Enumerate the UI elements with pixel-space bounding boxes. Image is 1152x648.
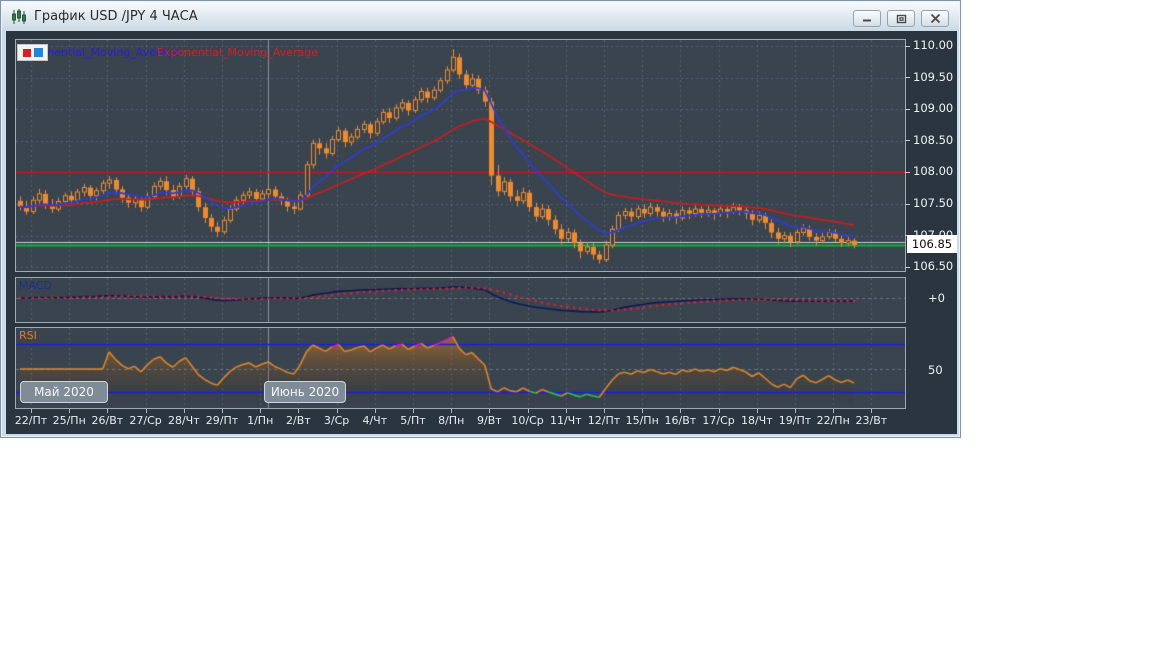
price-tick-label: 107.50 [913,196,959,210]
price-axis-tick [905,77,910,78]
titlebar[interactable]: График USD /JPY 4 ЧАСА [2,2,959,31]
rsi-mid-label: 50 [928,363,943,377]
price-tick-label: 109.50 [913,70,959,84]
minimize-icon [861,14,873,23]
date-axis-tick [413,409,414,413]
close-icon [930,14,941,23]
red-series-swatch-icon [23,49,31,57]
date-axis-tick [222,409,223,413]
date-axis-tick [833,409,834,413]
date-axis-tick [69,409,70,413]
price-axis-tick [905,140,910,141]
minimize-button[interactable] [853,10,881,27]
price-tick-label: 109.00 [913,101,959,115]
date-axis-tick [757,409,758,413]
rsi-panel-label: RSI [19,329,37,342]
date-axis-tick [337,409,338,413]
window-controls [853,10,949,27]
price-axis-tick [905,172,910,173]
blue-series-swatch-icon [34,48,43,57]
date-axis-tick [795,409,796,413]
date-axis-tick [451,409,452,413]
date-axis-tick [528,409,529,413]
price-chart-canvas[interactable] [16,40,905,271]
macd-zero-label: +0 [928,291,945,305]
date-axis-tick [375,409,376,413]
date-axis-tick [107,409,108,413]
date-axis-tick [719,409,720,413]
date-axis-tick [489,409,490,413]
chart-window: График USD /JPY 4 ЧАСА Exponential_Movin… [0,0,961,438]
price-axis-tick [905,267,910,268]
date-axis-tick [604,409,605,413]
desktop: { "window": { "title": "График USD /JPY … [0,0,1152,648]
month-label-june: Июнь 2020 [264,381,346,403]
price-tick-label: 108.50 [913,133,959,147]
date-axis-tick [871,409,872,413]
macd-canvas[interactable] [16,278,905,322]
price-tick-label: 110.00 [913,38,959,52]
date-axis-tick [566,409,567,413]
price-axis-tick [905,109,910,110]
date-axis-tick [680,409,681,413]
macd-panel[interactable]: MACD [15,277,906,323]
price-axis-tick [905,204,910,205]
date-axis-tick [260,409,261,413]
price-panel[interactable]: Exponential_Moving_Average Exponential_M… [15,39,906,272]
rsi-canvas[interactable] [16,328,905,408]
date-axis-tick [298,409,299,413]
date-axis-tick [642,409,643,413]
restore-icon [896,14,907,24]
window-title: График USD /JPY 4 ЧАСА [34,9,198,24]
rsi-panel[interactable]: RSI Май 2020 Июнь 2020 [15,327,906,409]
price-tick-label: 108.00 [913,164,959,178]
candlestick-chart-icon [10,9,28,25]
date-axis-tick [31,409,32,413]
restore-button[interactable] [887,10,915,27]
current-price-label: 106.85 [907,235,957,253]
ema-slow-legend: Exponential_Moving_Average [157,46,318,59]
close-button[interactable] [921,10,949,27]
price-axis-tick [905,46,910,47]
month-label-may: Май 2020 [20,381,108,403]
date-axis-tick [146,409,147,413]
date-label: 23/Вт [849,414,893,427]
date-axis-tick [184,409,185,413]
legend-color-box [17,44,48,61]
macd-panel-label: MACD [19,279,52,292]
price-tick-label: 106.50 [913,259,959,273]
